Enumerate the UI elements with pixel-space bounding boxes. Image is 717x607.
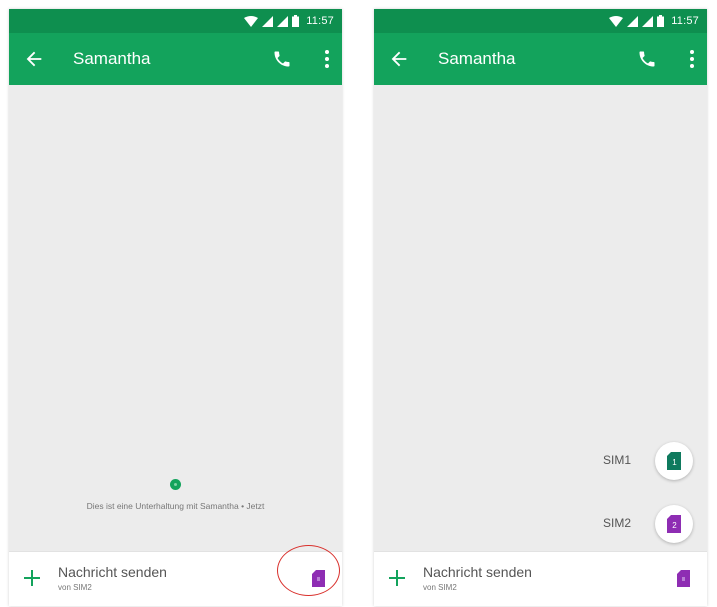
back-arrow-icon[interactable]: [23, 48, 45, 70]
message-input[interactable]: Nachricht senden: [423, 564, 532, 580]
status-bar: 11:57: [9, 9, 342, 33]
battery-icon: [292, 15, 300, 27]
wifi-icon: [609, 15, 624, 27]
conversation-info: Dies ist eine Unterhaltung mit Samantha …: [9, 479, 342, 514]
contact-avatar-dot: [170, 479, 181, 490]
back-arrow-icon[interactable]: [388, 48, 410, 70]
signal-icon: [642, 15, 654, 27]
status-icons: 11:57: [609, 13, 699, 29]
conversation-area[interactable]: [374, 85, 707, 551]
more-vert-icon[interactable]: [689, 49, 695, 69]
sim-option-sim2[interactable]: SIM2 2: [493, 505, 693, 543]
conversation-area[interactable]: Dies ist eine Unterhaltung mit Samantha …: [9, 85, 342, 551]
compose-bar: Nachricht senden von SIM2: [374, 551, 707, 606]
phone-call-icon[interactable]: [637, 49, 657, 69]
sim-send-button[interactable]: [677, 570, 690, 587]
wifi-icon: [244, 15, 259, 27]
app-bar: Samantha: [374, 33, 707, 85]
add-attachment-icon[interactable]: [388, 569, 406, 587]
conversation-info-text: Dies ist eine Unterhaltung mit Samantha …: [86, 501, 265, 511]
status-time: 11:57: [306, 15, 334, 27]
status-bar: 11:57: [374, 9, 707, 33]
sim-hint: von SIM2: [58, 583, 92, 592]
sim-card-icon: 2: [667, 515, 681, 533]
sim-number: 2: [672, 521, 677, 530]
contact-name: Samantha: [438, 49, 516, 68]
sim1-select-button[interactable]: 1: [655, 442, 693, 480]
contact-name: Samantha: [73, 49, 151, 68]
signal-icon: [262, 15, 274, 27]
phone-screen-left: 11:57 Samantha Dies ist eine Unterhaltun…: [9, 9, 342, 606]
highlight-ring: [277, 545, 340, 596]
sim-card-icon: 1: [667, 452, 681, 470]
phone-screen-right: 11:57 Samantha SIM1 1 SIM2 2 Nachricht s…: [374, 9, 707, 606]
more-vert-icon[interactable]: [324, 49, 330, 69]
sim-option-label: SIM2: [602, 516, 631, 530]
sim-hint: von SIM2: [423, 583, 457, 592]
message-input[interactable]: Nachricht senden: [58, 564, 167, 580]
sim-option-label: SIM1: [602, 453, 631, 467]
sim2-select-button[interactable]: 2: [655, 505, 693, 543]
sim-number: 1: [672, 458, 677, 467]
status-time: 11:57: [671, 15, 699, 27]
signal-icon: [627, 15, 639, 27]
add-attachment-icon[interactable]: [23, 569, 41, 587]
status-icons: 11:57: [244, 13, 334, 29]
sim-option-sim1[interactable]: SIM1 1: [493, 442, 693, 480]
phone-call-icon[interactable]: [272, 49, 292, 69]
battery-icon: [657, 15, 665, 27]
app-bar: Samantha: [9, 33, 342, 85]
signal-icon: [277, 15, 289, 27]
